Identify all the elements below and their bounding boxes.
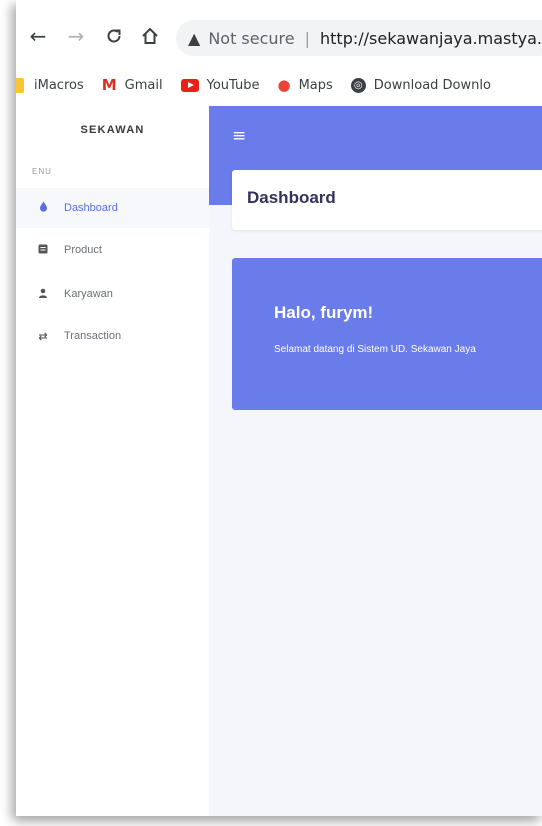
bookmark-label: Download Downlo (373, 77, 491, 93)
droplet-icon (36, 201, 50, 215)
gmail-icon: M (101, 76, 117, 94)
sidebar: SEKAWAN ENU Dashboard Product Karyawan ⇄… (16, 106, 209, 816)
sidebar-item-transaction[interactable]: ⇄ Transaction (16, 316, 209, 356)
omnibox-divider: | (304, 28, 311, 48)
sidebar-item-karyawan[interactable]: Karyawan (16, 274, 209, 314)
bookmark-maps[interactable]: ● Maps (277, 76, 332, 94)
browser-toolbar: ← → ▲ Not secure | http://sekawanjaya.ma… (16, 0, 542, 72)
app-viewport: SEKAWAN ENU Dashboard Product Karyawan ⇄… (16, 106, 542, 816)
menu-section-label: ENU (32, 167, 52, 176)
page-header-card: Dashboard (232, 170, 542, 230)
hamburger-menu-icon[interactable]: ≡ (232, 126, 246, 146)
bookmark-label: Maps (298, 77, 333, 93)
home-button[interactable] (136, 22, 164, 50)
bookmark-gmail[interactable]: M Gmail (102, 76, 163, 94)
folder-icon (16, 77, 24, 93)
bookmark-label: YouTube (206, 77, 260, 93)
reload-button[interactable] (100, 22, 128, 50)
brand-logo[interactable]: SEKAWAN (16, 124, 209, 136)
welcome-title: Halo, furym! (274, 303, 374, 322)
exchange-icon: ⇄ (38, 330, 48, 343)
user-icon (36, 288, 50, 301)
bookmark-download[interactable]: ◎ Download Downlo (350, 77, 491, 93)
bookmark-youtube[interactable]: YouTube (180, 77, 260, 93)
back-button[interactable]: ← (24, 22, 52, 50)
address-bar[interactable]: ▲ Not secure | http://sekawanjaya.mastya… (176, 20, 542, 56)
sidebar-item-label: Product (64, 244, 102, 256)
welcome-message: Selamat datang di Sistem UD. Sekawan Jay… (274, 344, 476, 355)
forward-button[interactable]: → (62, 22, 90, 50)
box-icon (36, 244, 50, 257)
reload-icon (107, 29, 121, 43)
warning-icon: ▲ (188, 28, 201, 48)
bookmark-imacros[interactable]: iMacros (16, 77, 84, 93)
bookmark-label: Gmail (124, 77, 163, 93)
home-icon (142, 27, 158, 44)
bookmarks-bar: iMacros M Gmail YouTube ● Maps ◎ Downloa… (16, 72, 542, 98)
sidebar-item-dashboard[interactable]: Dashboard (16, 188, 209, 228)
sidebar-item-product[interactable]: Product (16, 230, 209, 270)
bookmark-label: iMacros (34, 77, 84, 93)
sidebar-item-label: Transaction (64, 330, 122, 342)
map-pin-icon: ● (277, 76, 291, 94)
globe-icon: ◎ (350, 77, 366, 93)
security-label: Not secure (208, 28, 295, 48)
browser-window: ← → ▲ Not secure | http://sekawanjaya.ma… (16, 0, 542, 816)
welcome-card: Halo, furym! Selamat datang di Sistem UD… (232, 258, 542, 410)
sidebar-item-label: Dashboard (64, 202, 118, 214)
page-title: Dashboard (247, 188, 336, 207)
url-text: http://sekawanjaya.mastya.my. (320, 28, 542, 48)
sidebar-item-label: Karyawan (64, 288, 113, 300)
youtube-icon (180, 78, 199, 92)
